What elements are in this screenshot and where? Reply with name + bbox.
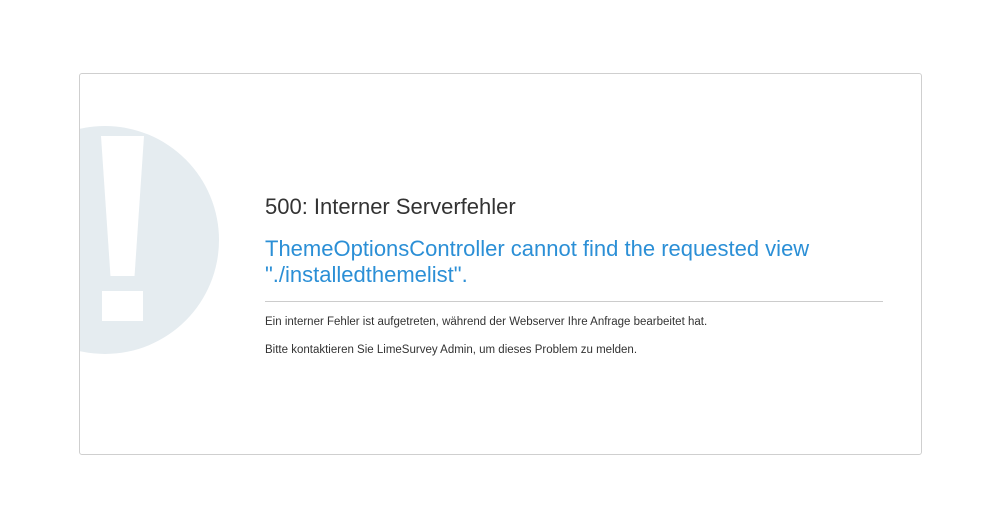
error-message: ThemeOptionsController cannot find the r… <box>265 236 810 287</box>
contact-text: Bitte kontaktieren Sie LimeSurvey Admin,… <box>265 344 638 356</box>
divider <box>265 301 883 302</box>
exclamation-dot <box>102 291 143 321</box>
error-description: Ein interner Fehler ist aufgetreten, wäh… <box>265 316 708 328</box>
error-card: 500: Interner Serverfehler ThemeOptionsC… <box>79 73 922 455</box>
error-content: 500: Interner Serverfehler ThemeOptionsC… <box>265 192 883 358</box>
error-title: 500: Interner Serverfehler <box>265 194 516 219</box>
exclamation-icon <box>80 126 219 354</box>
exclamation-bar <box>101 136 144 276</box>
